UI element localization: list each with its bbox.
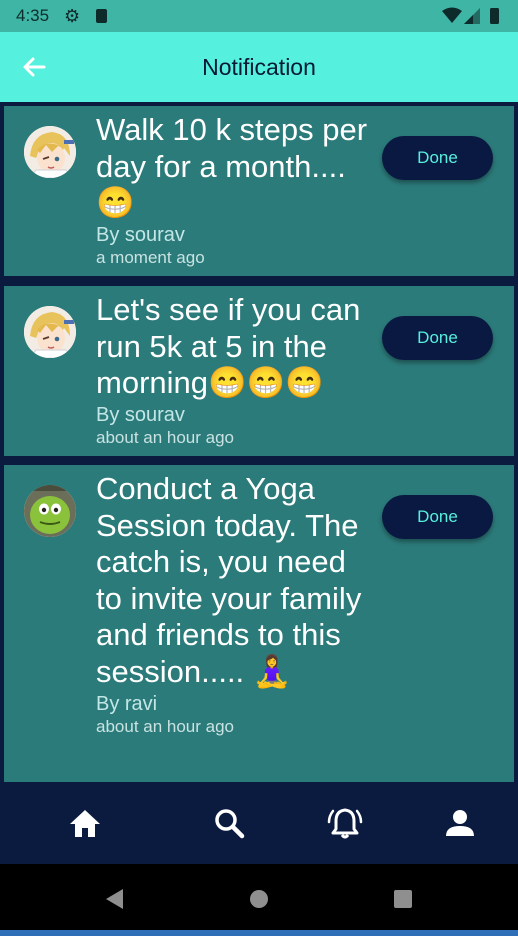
bell-ringing-icon xyxy=(327,808,363,839)
system-recents-button[interactable] xyxy=(388,884,418,914)
status-time: 4:35 xyxy=(16,6,50,25)
home-icon xyxy=(70,810,100,837)
page-title: Notification xyxy=(202,54,316,80)
wifi-icon xyxy=(442,7,462,23)
gear-icon: ⚙ xyxy=(64,6,81,26)
notification-content: Let's see if you can run 5k at 5 in the … xyxy=(96,292,371,449)
avatar xyxy=(24,306,76,358)
anime-avatar-icon xyxy=(24,306,76,358)
status-icons xyxy=(442,7,499,24)
recents-square-icon xyxy=(394,890,412,908)
sd-card-icon xyxy=(96,9,107,23)
notification-list[interactable]: Walk 10 k steps per day for a month.... … xyxy=(0,102,518,782)
nav-search[interactable] xyxy=(209,804,249,842)
done-button[interactable]: Done xyxy=(382,316,493,360)
home-circle-icon xyxy=(250,890,268,908)
search-icon xyxy=(215,809,245,839)
notification-title: Conduct a Yoga Session today. The catch … xyxy=(96,471,362,689)
notification-title: Walk 10 k steps per day for a month.... … xyxy=(96,112,368,221)
notification-content: Conduct a Yoga Session today. The catch … xyxy=(96,471,371,738)
notification-card: Walk 10 k steps per day for a month.... … xyxy=(4,106,514,276)
status-bar: 4:35 ⚙ xyxy=(0,0,518,32)
notification-card: Let's see if you can run 5k at 5 in the … xyxy=(4,286,514,456)
anime-avatar-icon xyxy=(24,126,76,178)
notification-card: Conduct a Yoga Session today. The catch … xyxy=(4,465,514,782)
battery-icon xyxy=(490,8,499,24)
nav-profile[interactable] xyxy=(440,804,480,842)
person-icon xyxy=(446,810,474,836)
nav-notifications[interactable] xyxy=(325,804,365,842)
notification-author: By sourav xyxy=(96,223,185,246)
notification-content: Walk 10 k steps per day for a month.... … xyxy=(96,112,371,269)
bottom-navigation xyxy=(0,782,518,864)
done-button[interactable]: Done xyxy=(382,495,493,539)
notification-time: about an hour ago xyxy=(96,427,235,447)
green-monster-avatar-icon xyxy=(24,485,76,537)
avatar xyxy=(24,485,76,537)
back-triangle-icon xyxy=(106,889,123,909)
system-navigation xyxy=(0,864,518,936)
notification-title: Let's see if you can run 5k at 5 in the … xyxy=(96,292,361,401)
nav-home[interactable] xyxy=(65,804,105,842)
home-indicator xyxy=(0,930,518,936)
system-back-button[interactable] xyxy=(100,884,130,914)
avatar xyxy=(24,126,76,178)
done-button[interactable]: Done xyxy=(382,136,493,180)
notification-author: By sourav xyxy=(96,403,185,426)
notification-time: about an hour ago xyxy=(96,716,235,736)
notification-author: By ravi xyxy=(96,692,158,715)
notification-time: a moment ago xyxy=(96,247,205,267)
system-home-button[interactable] xyxy=(244,884,274,914)
app-bar: Notification xyxy=(0,32,518,102)
